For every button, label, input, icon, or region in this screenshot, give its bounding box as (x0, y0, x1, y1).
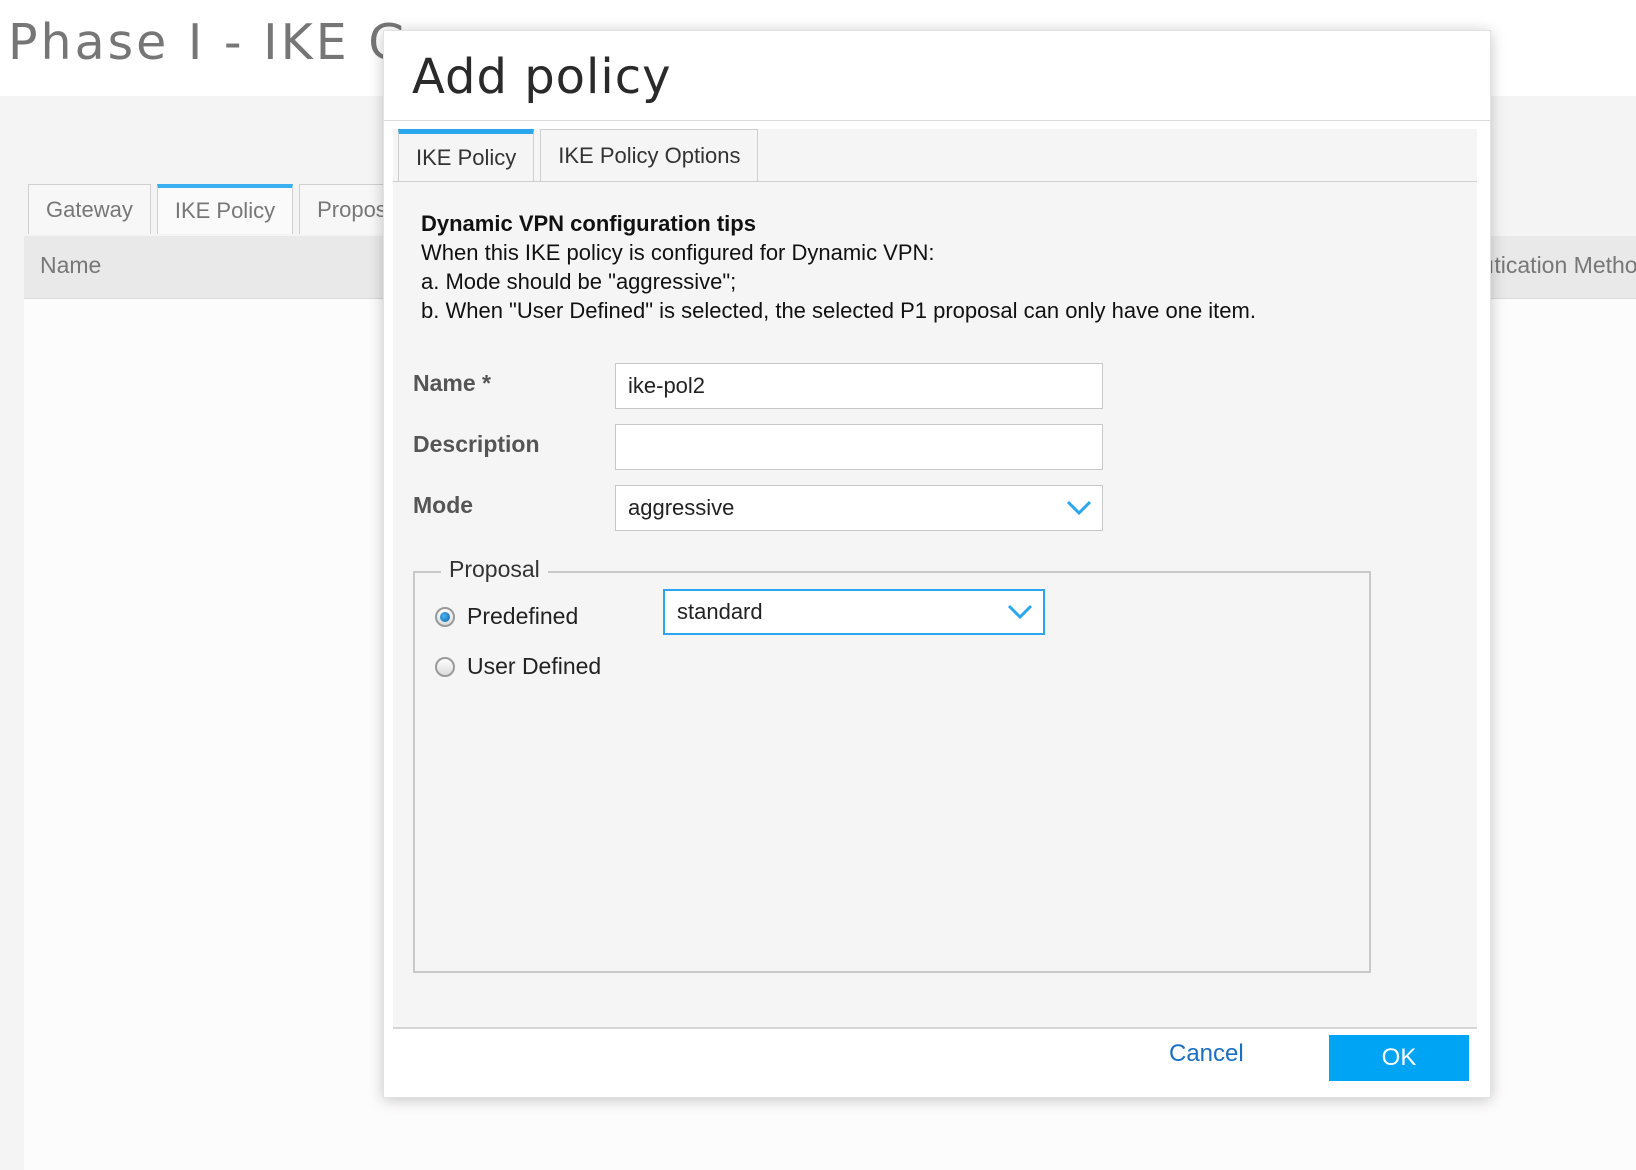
tabs-divider (393, 181, 1477, 182)
tab-ike-policy[interactable]: IKE Policy (156, 184, 294, 234)
name-input[interactable] (615, 363, 1103, 409)
description-input[interactable] (615, 424, 1103, 470)
proposal-legend: Proposal (441, 556, 548, 583)
mode-select[interactable]: aggressive (615, 485, 1103, 531)
proposal-fieldset: Proposal Predefined standard User Define… (413, 556, 1371, 973)
predefined-proposal-select[interactable]: standard (663, 589, 1045, 635)
page-title: Phase I - IKE Ga (8, 14, 443, 71)
dialog-tabs: IKE Policy IKE Policy Options (398, 129, 764, 181)
description-label: Description (413, 431, 540, 457)
chevron-down-icon (1007, 604, 1033, 620)
page-left-strip (0, 96, 24, 1170)
chevron-down-icon (1066, 500, 1092, 516)
add-policy-dialog: Add policy IKE Policy IKE Policy Options… (383, 30, 1491, 1098)
tips-line: When this IKE policy is configured for D… (421, 240, 935, 265)
tips-line: a. Mode should be "aggressive"; (421, 269, 737, 294)
title-divider (384, 120, 1490, 121)
dialog-body: IKE Policy IKE Policy Options Dynamic VP… (393, 129, 1477, 1027)
tips-title: Dynamic VPN configuration tips (421, 211, 756, 236)
radio-checked-icon[interactable] (435, 606, 455, 627)
radio-unchecked-icon[interactable] (435, 656, 455, 677)
dialog-title: Add policy (412, 49, 672, 105)
tab-gateway[interactable]: Gateway (28, 184, 151, 234)
tab-ike-policy[interactable]: IKE Policy (398, 129, 535, 181)
config-tips: Dynamic VPN configuration tips When this… (421, 209, 1256, 325)
name-label: Name * (413, 370, 491, 396)
column-header-name[interactable]: Name (40, 252, 101, 279)
cancel-button[interactable]: Cancel (1165, 1034, 1248, 1074)
predefined-radio-option[interactable]: Predefined (435, 603, 578, 630)
mode-select-value: aggressive (628, 495, 735, 520)
user-defined-label: User Defined (467, 653, 602, 679)
predefined-label: Predefined (467, 603, 579, 629)
mode-label: Mode (413, 492, 474, 518)
tips-line: b. When "User Defined" is selected, the … (421, 298, 1256, 323)
ok-button[interactable]: OK (1329, 1035, 1469, 1081)
page-tabs: Gateway IKE Policy Propos (28, 184, 411, 236)
predefined-proposal-value: standard (677, 599, 763, 624)
tab-ike-policy-options[interactable]: IKE Policy Options (540, 129, 759, 181)
user-defined-radio-option[interactable]: User Defined (435, 653, 601, 680)
column-header-authentication-method[interactable]: ıtication Metho (1488, 252, 1636, 279)
footer-divider (393, 1027, 1477, 1029)
